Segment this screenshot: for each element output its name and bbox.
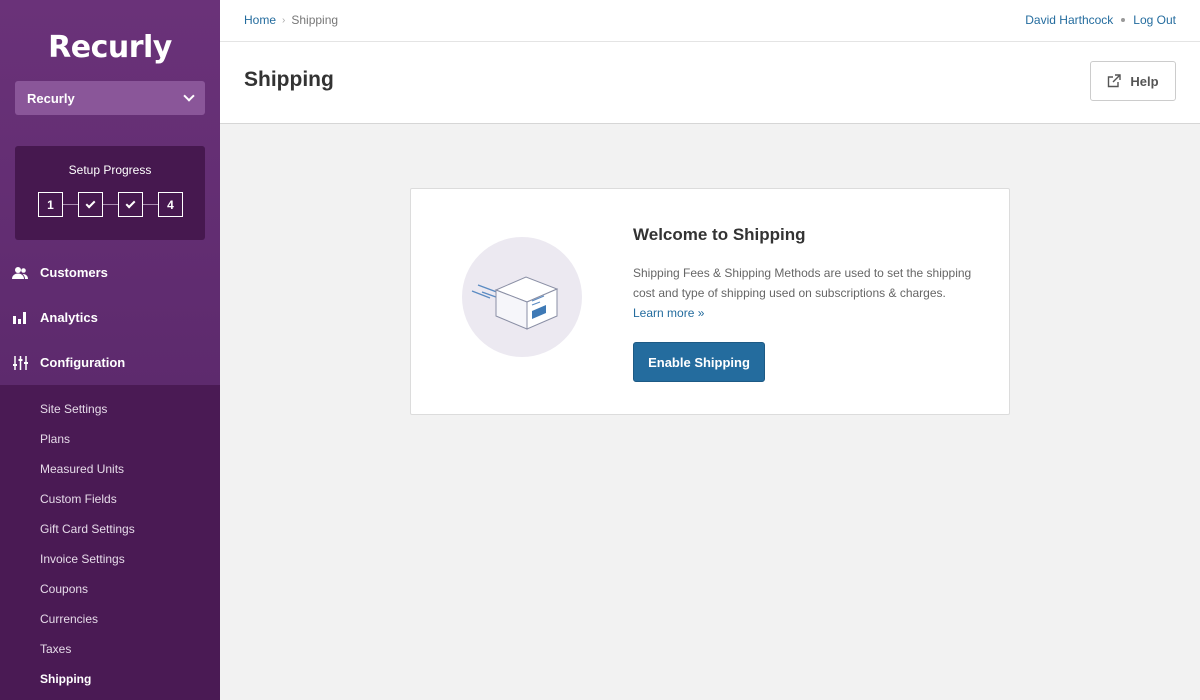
breadcrumb-home-link[interactable]: Home: [244, 13, 276, 27]
breadcrumb-current: Shipping: [291, 13, 339, 27]
subnav-item-currencies[interactable]: Currencies: [0, 604, 220, 634]
setup-steps: 1 4: [38, 192, 183, 217]
subnav-item-taxes[interactable]: Taxes: [0, 634, 220, 664]
subnav-item-custom-fields[interactable]: Custom Fields: [0, 484, 220, 514]
subnav-item-measured-units[interactable]: Measured Units: [0, 454, 220, 484]
help-button-label: Help: [1130, 73, 1159, 89]
shipping-box-icon: [462, 237, 582, 357]
welcome-title: Welcome to Shipping: [633, 225, 806, 244]
check-icon: [125, 198, 136, 208]
chevron-down-icon: [183, 90, 195, 102]
top-bar: Home › Shipping David Harthcock Log Out: [220, 0, 1200, 42]
learn-more-link[interactable]: Learn more »: [633, 306, 704, 320]
breadcrumb-separator-icon: ›: [282, 14, 286, 26]
user-name-link[interactable]: David Harthcock: [1025, 13, 1113, 27]
welcome-description: Shipping Fees & Shipping Methods are use…: [633, 263, 983, 323]
setup-step-3[interactable]: [118, 192, 143, 217]
setup-progress-panel[interactable]: Setup Progress 1 4: [15, 146, 205, 240]
bar-chart-icon: [12, 310, 28, 326]
subnav-item-plans[interactable]: Plans: [0, 424, 220, 454]
logout-link[interactable]: Log Out: [1133, 13, 1176, 27]
nav-item-customers[interactable]: Customers: [0, 250, 220, 295]
breadcrumb: Home › Shipping: [244, 13, 338, 27]
configuration-subnav: Site Settings Plans Measured Units Custo…: [0, 385, 220, 700]
main-nav: Customers Analytics Configuration: [0, 250, 220, 385]
check-icon: [85, 198, 96, 208]
nav-item-configuration-label: Configuration: [40, 355, 126, 370]
step-connector: [103, 204, 118, 205]
welcome-description-text: Shipping Fees & Shipping Methods are use…: [633, 266, 972, 300]
setup-step-4-label: 4: [167, 197, 174, 212]
site-select-dropdown[interactable]: Recurly: [15, 81, 205, 115]
nav-item-analytics-label: Analytics: [40, 310, 98, 325]
subnav-item-invoice-settings[interactable]: Invoice Settings: [0, 544, 220, 574]
setup-step-4[interactable]: 4: [158, 192, 183, 217]
recurly-logo[interactable]: Recurly: [0, 30, 220, 65]
subnav-item-coupons[interactable]: Coupons: [0, 574, 220, 604]
help-button[interactable]: Help: [1090, 61, 1176, 101]
site-select-label: Recurly: [27, 90, 75, 106]
subnav-item-gift-card-settings[interactable]: Gift Card Settings: [0, 514, 220, 544]
sidebar: Recurly Recurly Setup Progress 1 4 Custo…: [0, 0, 220, 700]
users-icon: [12, 265, 28, 281]
external-link-icon: [1108, 74, 1122, 88]
step-connector: [63, 204, 78, 205]
subnav-item-site-settings[interactable]: Site Settings: [0, 394, 220, 424]
welcome-card: Welcome to Shipping Shipping Fees & Ship…: [410, 188, 1010, 415]
setup-step-1-label: 1: [47, 197, 54, 212]
enable-shipping-button[interactable]: Enable Shipping: [633, 342, 765, 382]
user-links: David Harthcock Log Out: [1025, 13, 1176, 27]
setup-progress-title: Setup Progress: [68, 163, 152, 177]
setup-step-1[interactable]: 1: [38, 192, 63, 217]
sliders-icon: [12, 355, 28, 371]
nav-item-analytics[interactable]: Analytics: [0, 295, 220, 340]
page-header: Shipping Help: [220, 42, 1200, 124]
subnav-item-shipping[interactable]: Shipping: [0, 664, 220, 694]
nav-item-customers-label: Customers: [40, 265, 108, 280]
setup-step-2[interactable]: [78, 192, 103, 217]
nav-item-configuration[interactable]: Configuration: [0, 340, 220, 385]
page-title: Shipping: [244, 68, 334, 91]
step-connector: [143, 204, 158, 205]
separator-dot: [1121, 18, 1126, 22]
